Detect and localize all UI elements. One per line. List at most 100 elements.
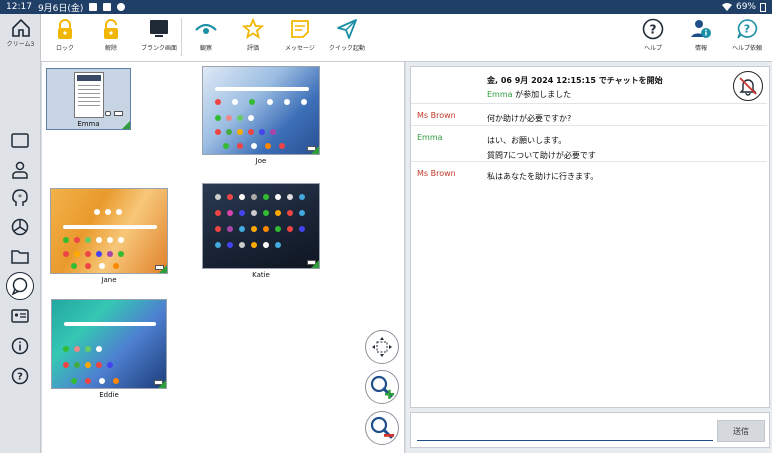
send-button[interactable]: 送信 <box>717 420 765 442</box>
device-grid: Emma Joe Jane Katie Eddie <box>42 62 405 453</box>
sidebar-item-students[interactable] <box>9 159 31 181</box>
search-bar <box>215 87 309 91</box>
help-request-button[interactable]: ? ヘルプ依頼 <box>724 18 770 60</box>
device-name: Jane <box>101 276 117 284</box>
brain-icon: * <box>12 189 28 206</box>
message-line: はい、お願いします。 <box>487 136 567 145</box>
message-button[interactable]: メッセージ <box>277 18 323 60</box>
sidebar-item-files[interactable] <box>9 245 31 267</box>
chat-icon <box>11 277 28 295</box>
lock-button[interactable]: ロック <box>42 18 88 60</box>
joined-text: が参加しました <box>512 90 572 99</box>
zoom-in-button[interactable] <box>365 370 399 404</box>
quick-launch-label: クイック起動 <box>328 45 365 52</box>
pie-chart-icon <box>11 218 29 236</box>
device-thumbnail-joe[interactable]: Joe <box>202 66 320 165</box>
sidebar-item-info[interactable] <box>9 335 31 357</box>
help-label: ヘルプ <box>643 45 662 52</box>
device-thumbnail-jane[interactable]: Jane <box>50 188 168 284</box>
device-screen <box>202 183 320 269</box>
joined-student-name: Emma <box>487 90 513 99</box>
svg-text:?: ? <box>650 23 657 37</box>
toolbar: ロック 解除 ブランク画面 観察 評価 メッセージ クイック起動 ? ヘルプ 情… <box>0 14 772 62</box>
observe-button[interactable]: 観察 <box>183 18 229 60</box>
message-sender: Ms Brown <box>417 169 456 178</box>
search-bar <box>63 225 157 229</box>
quick-launch-button[interactable]: クイック起動 <box>324 18 370 60</box>
lock-label: ロック <box>55 45 74 52</box>
device-thumbnail-eddie[interactable]: Eddie <box>51 299 167 399</box>
message-text: はい、お願いします。 質問7について助けが必要です <box>487 133 596 163</box>
chat-log: 金, 06 9月 2024 12:15:15 でチャットを開始 Emma が参加… <box>410 66 770 408</box>
info-button[interactable]: 情報 <box>678 18 724 60</box>
chat-message-input[interactable] <box>417 421 713 441</box>
app-icons <box>214 194 308 200</box>
wifi-icon <box>721 3 732 11</box>
app-icons <box>214 210 308 216</box>
signal-icon <box>159 265 167 273</box>
device-screen <box>51 299 167 389</box>
sidebar-item-register[interactable] <box>9 305 31 327</box>
device-screen <box>202 66 320 155</box>
user-info-icon <box>691 20 711 38</box>
chat-start-header: 金, 06 9月 2024 12:15:15 でチャットを開始 <box>487 76 663 85</box>
battery-level: 69% <box>735 2 756 12</box>
device-screen <box>73 72 104 118</box>
app-icons <box>62 251 156 257</box>
sidebar-item-assessment[interactable]: * <box>9 187 31 209</box>
sidebar-item-reports[interactable] <box>9 216 31 238</box>
sidebar-item-chat[interactable] <box>6 272 34 300</box>
dock <box>215 143 308 149</box>
zoom-out-button[interactable] <box>365 411 399 445</box>
device-thumbnail-katie[interactable]: Katie <box>202 183 320 279</box>
screen-header <box>76 75 101 81</box>
sidebar-item-help[interactable]: ? <box>9 365 31 387</box>
star-icon <box>242 18 264 39</box>
message-text: 私はあなたを助けに行きます。 <box>487 172 599 181</box>
class-name-label: クリーム3 <box>6 41 35 48</box>
message-sender: Ms Brown <box>417 111 456 120</box>
screen-icon <box>11 133 29 148</box>
device-name: Katie <box>252 271 270 279</box>
help-request-icon: ? <box>737 19 758 39</box>
help-request-label: ヘルプ依頼 <box>731 45 762 52</box>
zoom-out-icon <box>370 416 394 439</box>
send-icon <box>337 19 357 39</box>
mute-notifications-button[interactable] <box>733 71 763 101</box>
folder-icon <box>11 250 29 264</box>
zoom-in-icon <box>370 375 394 399</box>
lock-icon <box>58 19 72 39</box>
svg-text:*: * <box>18 193 22 202</box>
sidebar: クリーム3 * ? <box>0 14 41 453</box>
blank-screen-button[interactable]: ブランク画面 <box>136 18 182 60</box>
message-text: 何か助けが必要ですか? <box>487 114 572 123</box>
battery-icon <box>760 2 766 12</box>
signal-icon <box>311 146 319 154</box>
chat-panel: 金, 06 9月 2024 12:15:15 でチャットを開始 Emma が参加… <box>406 62 772 453</box>
message-label: メッセージ <box>285 45 315 52</box>
app-icons <box>62 237 156 243</box>
dock <box>63 263 156 269</box>
device-name: Emma <box>77 120 100 128</box>
sidebar-item-thumbnails[interactable] <box>9 130 31 152</box>
status-date: 9月6日(金) <box>37 3 84 14</box>
device-screen <box>50 188 168 274</box>
home-button[interactable]: クリーム3 <box>0 18 41 48</box>
bell-off-icon <box>739 77 757 96</box>
unlock-button[interactable]: 解除 <box>88 18 134 60</box>
observe-label: 観察 <box>199 45 212 52</box>
chat-bubble-icon <box>105 111 111 116</box>
student-icon <box>12 161 28 179</box>
help-button[interactable]: ? ヘルプ <box>630 18 676 60</box>
app-icons <box>63 346 154 352</box>
help-icon: ? <box>11 367 29 385</box>
rate-button[interactable]: 評価 <box>230 18 276 60</box>
app-icons <box>214 129 308 135</box>
blank-screen-label: ブランク画面 <box>140 45 177 52</box>
svg-text:?: ? <box>744 23 750 36</box>
device-thumbnail-emma[interactable]: Emma <box>46 68 131 130</box>
fit-to-screen-button[interactable] <box>365 330 399 364</box>
device-name: Joe <box>255 157 267 165</box>
app-icons <box>63 209 156 215</box>
screen-text-lines <box>77 85 100 86</box>
